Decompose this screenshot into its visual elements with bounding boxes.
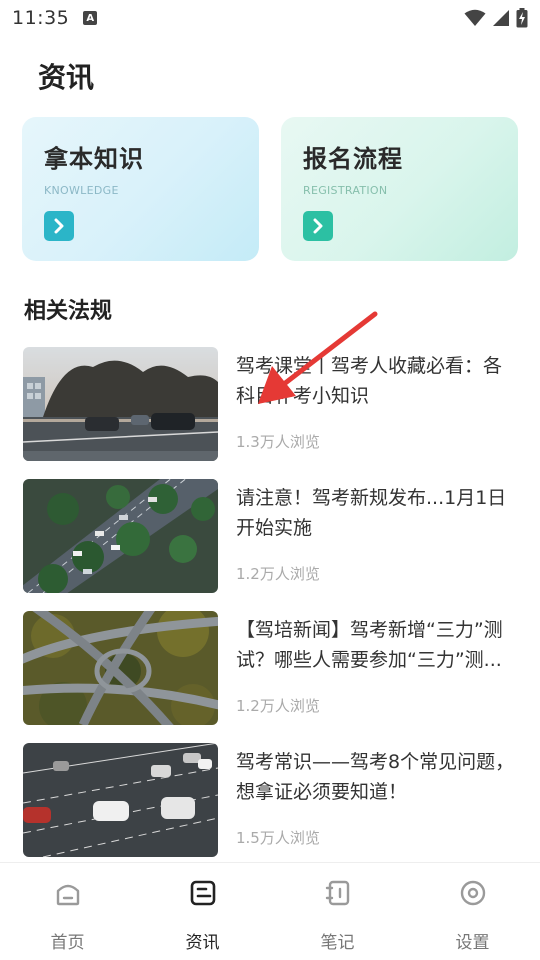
knowledge-card-title: 拿本知识 (44, 145, 144, 173)
news-views: 1.5万人浏览 (236, 829, 320, 847)
registration-card[interactable]: 报名流程 REGISTRATION (281, 117, 518, 261)
battery-charging-icon (516, 8, 528, 28)
registration-card-subtitle: REGISTRATION (303, 184, 388, 197)
chevron-right-icon[interactable] (44, 211, 74, 241)
knowledge-card[interactable]: 拿本知识 KNOWLEDGE (22, 117, 259, 261)
signal-icon (492, 9, 510, 27)
news-thumbnail (23, 743, 218, 857)
news-icon (189, 878, 217, 908)
news-title: 【驾培新闻】驾考新增“三力”测试？哪些人需要参加“三力”测... (236, 619, 503, 671)
settings-icon (459, 878, 487, 908)
news-views: 1.2万人浏览 (236, 565, 320, 583)
home-icon (54, 878, 82, 908)
status-time: 11:35 (12, 7, 70, 29)
page-title: 资讯 (38, 61, 95, 94)
knowledge-card-subtitle: KNOWLEDGE (44, 184, 119, 197)
chevron-right-icon[interactable] (303, 211, 333, 241)
nav-item-news[interactable]: 资讯 (135, 863, 270, 960)
status-bar: 11:35 A (0, 0, 540, 36)
news-thumbnail (23, 347, 218, 461)
nav-item-settings[interactable]: 设置 (405, 863, 540, 960)
nav-label-settings: 设置 (455, 933, 490, 953)
status-icons (464, 8, 528, 28)
news-thumbnail (23, 611, 218, 725)
news-title: 驾考常识——驾考8个常见问题，想拿证必须要知道！ (236, 751, 515, 803)
nav-label-home: 首页 (50, 933, 85, 953)
news-thumbnail (23, 479, 218, 593)
notebook-icon (324, 878, 352, 908)
news-item[interactable]: 请注意！驾考新规发布...1月1日开始实施 1.2万人浏览 (23, 479, 523, 593)
wifi-icon (464, 9, 486, 27)
bottom-nav: 首页 资讯 笔记 设置 (0, 862, 540, 960)
news-views: 1.2万人浏览 (236, 697, 320, 715)
nav-label-notes: 笔记 (320, 933, 355, 953)
news-item[interactable]: 【驾培新闻】驾考新增“三力”测试？哪些人需要参加“三力”测... 1.2万人浏览 (23, 611, 523, 725)
annotation-arrow-icon (250, 308, 385, 412)
registration-card-title: 报名流程 (303, 145, 403, 173)
nav-label-news: 资讯 (185, 933, 220, 953)
news-item[interactable]: 驾考常识——驾考8个常见问题，想拿证必须要知道！ 1.5万人浏览 (23, 743, 523, 857)
nav-item-home[interactable]: 首页 (0, 863, 135, 960)
section-title: 相关法规 (24, 299, 113, 324)
news-title: 请注意！驾考新规发布...1月1日开始实施 (236, 487, 507, 539)
news-views: 1.3万人浏览 (236, 433, 320, 451)
notification-icon: A (83, 11, 98, 25)
nav-item-notes[interactable]: 笔记 (270, 863, 405, 960)
